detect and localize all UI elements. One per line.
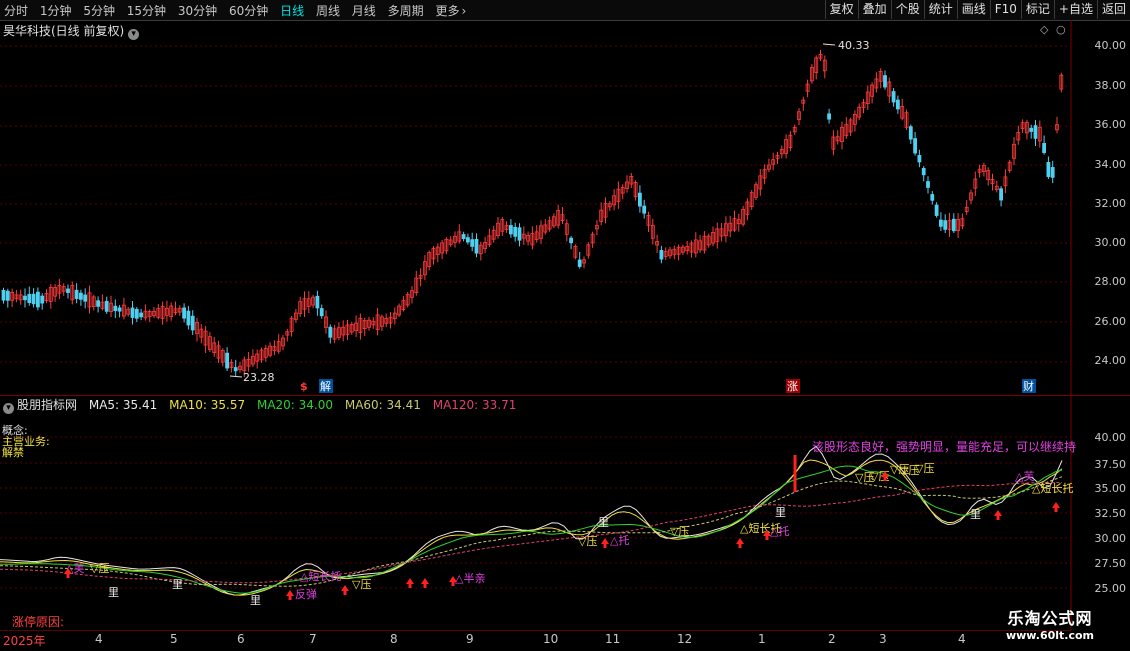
- timeline: 2025年 4 5 6 7 8 9 10 11 12 1 2 3 4: [0, 630, 1071, 651]
- timeline-label: 9: [466, 632, 474, 646]
- watermark-title: 乐淘公式网: [1007, 609, 1093, 628]
- timeline-label: 1: [758, 632, 766, 646]
- timeline-label: 11: [605, 632, 621, 646]
- buy-arrow-icon: [341, 585, 349, 595]
- ma10-line: [0, 459, 1063, 596]
- signal-annotation: ▽压: [890, 463, 909, 476]
- buy-arrow-icon: [601, 538, 609, 548]
- timeline-label: 10: [543, 632, 559, 646]
- timeline-label: 8: [390, 632, 398, 646]
- signal-annotation: △半亲: [455, 571, 485, 585]
- signal-annotation: ▽压: [352, 578, 371, 591]
- timeline-label: 4: [958, 632, 966, 646]
- timeline-label: 12: [677, 632, 693, 646]
- signal-annotation: ▽压: [578, 535, 597, 548]
- ma20-line: [0, 465, 1063, 594]
- signal-annotation: 里: [172, 578, 183, 591]
- timeline-label: 7: [309, 632, 317, 646]
- signal-annotation: △短长托: [300, 569, 341, 583]
- signal-annotation: ▽压: [670, 525, 689, 538]
- buy-arrow-icon: [1052, 502, 1060, 512]
- ma120-line: [0, 482, 1063, 584]
- timeline-label: 3: [879, 632, 887, 646]
- signal-annotation: △托: [770, 524, 789, 538]
- buy-arrow-icon: [406, 578, 414, 588]
- signal-annotation: ▽压: [90, 562, 109, 575]
- timeline-label: 5: [170, 632, 178, 646]
- buy-arrow-icon: [736, 538, 744, 548]
- signal-annotation: △托: [610, 533, 629, 547]
- indicator-comment: 该股形态良好，强势明显，量能充足，可以继续持: [812, 439, 1076, 454]
- timeline-label: 4: [95, 632, 103, 646]
- watermark: 乐淘公式网 www.60lt.com: [975, 605, 1125, 647]
- indicator-chart[interactable]: 该股形态良好，强势明显，量能充足，可以继续持 △芙 ▽压里△短长托▽压反弹△半亲里…: [0, 0, 1130, 650]
- buy-arrow-icon: [421, 578, 429, 588]
- signal-annotation: 里: [108, 586, 119, 599]
- buy-arrow-icon: [994, 510, 1002, 520]
- limit-reason-label: 涨停原因:: [12, 614, 64, 629]
- buy-arrow-icon: [286, 590, 294, 600]
- signal-annotation: △短长托: [1032, 481, 1073, 495]
- signal-annotation: 里: [598, 516, 609, 529]
- timeline-label: 2: [828, 632, 836, 646]
- timeline-label: 2025年: [3, 634, 46, 648]
- signal-annotation: 里: [250, 594, 261, 607]
- signal-annotation: 反弹: [295, 587, 317, 601]
- signal-annotation: ▽压: [915, 462, 934, 475]
- watermark-url: www.60lt.com: [1005, 629, 1095, 642]
- signal-annotation: △芙: [1015, 469, 1034, 483]
- timeline-label: 6: [237, 632, 245, 646]
- signal-annotation: 里: [775, 506, 786, 519]
- signal-annotation: 里: [970, 508, 981, 521]
